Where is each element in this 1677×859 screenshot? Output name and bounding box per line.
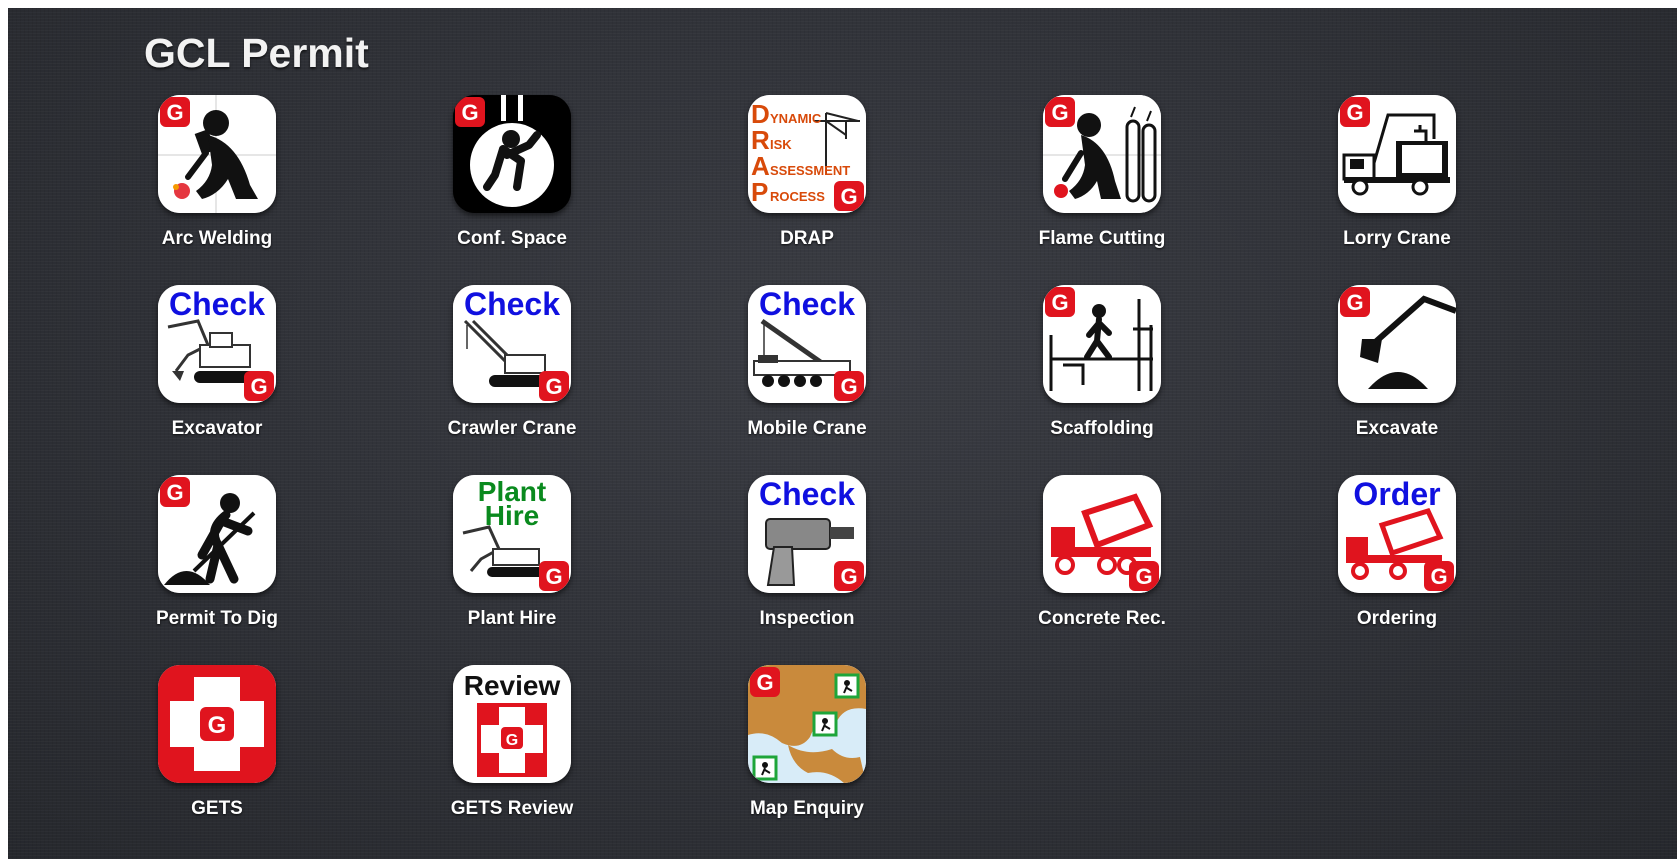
badge-letter: G: [461, 100, 478, 125]
map-enquiry-icon[interactable]: G: [748, 665, 866, 783]
badge-letter: G: [840, 564, 857, 589]
badge-letter: G: [840, 184, 857, 209]
app-plant-hire[interactable]: Plant Hire G Plant Hire: [402, 475, 622, 655]
app-inspection[interactable]: Check G Inspection: [697, 475, 917, 655]
app-label: Arc Welding: [161, 228, 273, 249]
plant-hire-icon[interactable]: Plant Hire G: [453, 475, 571, 593]
svg-text:Review: Review: [464, 670, 561, 701]
app-label: Map Enquiry: [749, 798, 864, 819]
app-conf-space[interactable]: G Conf. Space: [402, 95, 622, 275]
badge-letter: G: [208, 712, 227, 739]
inspection-check-icon[interactable]: Check G: [748, 475, 866, 593]
gets-review-icon[interactable]: Review G: [453, 665, 571, 783]
concrete-truck-icon[interactable]: G: [1043, 475, 1161, 593]
badge-letter: G: [166, 480, 183, 505]
badge-letter: G: [756, 670, 773, 695]
app-gets-review[interactable]: Review G GETS Review: [402, 665, 622, 845]
app-label: Ordering: [1356, 608, 1438, 629]
app-label: Excavator: [171, 418, 263, 439]
concrete-order-icon[interactable]: Order G: [1338, 475, 1456, 593]
app-gets[interactable]: G GETS: [107, 665, 327, 845]
svg-text:YNAMIC: YNAMIC: [770, 111, 822, 126]
app-label: Flame Cutting: [1038, 228, 1166, 249]
drap-icon[interactable]: D YNAMIC R ISK A SSESSMENT P ROCESS G: [748, 95, 866, 213]
app-ordering[interactable]: Order G Ordering: [1287, 475, 1507, 655]
app-label: GETS: [191, 798, 243, 819]
app-concrete-rec[interactable]: G Concrete Rec.: [992, 475, 1212, 655]
app-label: Concrete Rec.: [1038, 608, 1166, 629]
arc-welding-icon[interactable]: G: [158, 95, 276, 213]
flame-cutting-icon[interactable]: G: [1043, 95, 1161, 213]
svg-text:Hire: Hire: [485, 500, 539, 531]
app-drap[interactable]: D YNAMIC R ISK A SSESSMENT P ROCESS G DRAP: [697, 95, 917, 275]
gets-icon[interactable]: G: [158, 665, 276, 783]
svg-text:Check: Check: [169, 286, 265, 322]
app-label: Lorry Crane: [1343, 228, 1451, 249]
crawler-crane-check-icon[interactable]: Check G: [453, 285, 571, 403]
app-label: Excavate: [1355, 418, 1439, 439]
badge-letter: G: [1135, 564, 1152, 589]
app-label: Permit To Dig: [155, 608, 279, 629]
badge-letter: G: [545, 374, 562, 399]
app-label: Plant Hire: [467, 608, 557, 629]
svg-text:ROCESS: ROCESS: [770, 189, 825, 204]
app-permit-to-dig[interactable]: G Permit To Dig: [107, 475, 327, 655]
svg-text:P: P: [751, 177, 768, 207]
app-arc-welding[interactable]: G Arc Welding: [107, 95, 327, 275]
app-label: Scaffolding: [1050, 418, 1154, 439]
badge-letter: G: [1430, 564, 1447, 589]
svg-text:Order: Order: [1353, 476, 1440, 512]
app-mobile-crane[interactable]: Check G Mobile Crane: [697, 285, 917, 465]
app-label: Mobile Crane: [747, 418, 867, 439]
badge-letter: G: [545, 564, 562, 589]
scaffolding-icon[interactable]: G: [1043, 285, 1161, 403]
home-screen: GCL Permit G Arc Welding G Conf. Space D…: [8, 8, 1677, 859]
app-lorry-crane[interactable]: G Lorry Crane: [1287, 95, 1507, 275]
app-excavate[interactable]: G Excavate: [1287, 285, 1507, 465]
svg-text:Check: Check: [759, 476, 855, 512]
app-crawler-crane[interactable]: Check G Crawler Crane: [402, 285, 622, 465]
svg-text:Check: Check: [759, 286, 855, 322]
badge-letter: G: [1051, 290, 1068, 315]
badge-letter: G: [1051, 100, 1068, 125]
confined-space-icon[interactable]: G: [453, 95, 571, 213]
app-scaffolding[interactable]: G Scaffolding: [992, 285, 1212, 465]
badge-letter: G: [840, 374, 857, 399]
app-label: Inspection: [759, 608, 855, 629]
lorry-crane-icon[interactable]: G: [1338, 95, 1456, 213]
excavator-check-icon[interactable]: Check G: [158, 285, 276, 403]
app-label: Conf. Space: [457, 228, 567, 249]
page-title: GCL Permit: [144, 30, 369, 76]
app-label: Crawler Crane: [447, 418, 577, 439]
app-label: GETS Review: [450, 798, 574, 819]
badge-letter: G: [166, 100, 183, 125]
app-label: DRAP: [780, 228, 834, 249]
svg-text:SSESSMENT: SSESSMENT: [770, 163, 850, 178]
mobile-crane-check-icon[interactable]: Check G: [748, 285, 866, 403]
permit-to-dig-icon[interactable]: G: [158, 475, 276, 593]
svg-text:Check: Check: [464, 286, 560, 322]
badge-letter: G: [1346, 290, 1363, 315]
badge-letter: G: [250, 374, 267, 399]
svg-text:ISK: ISK: [770, 137, 792, 152]
app-map-enquiry[interactable]: G Map Enquiry: [697, 665, 917, 845]
badge-letter: G: [1346, 100, 1363, 125]
app-flame-cutting[interactable]: G Flame Cutting: [992, 95, 1212, 275]
app-excavator[interactable]: Check G Excavator: [107, 285, 327, 465]
excavate-icon[interactable]: G: [1338, 285, 1456, 403]
badge-letter: G: [506, 732, 518, 749]
